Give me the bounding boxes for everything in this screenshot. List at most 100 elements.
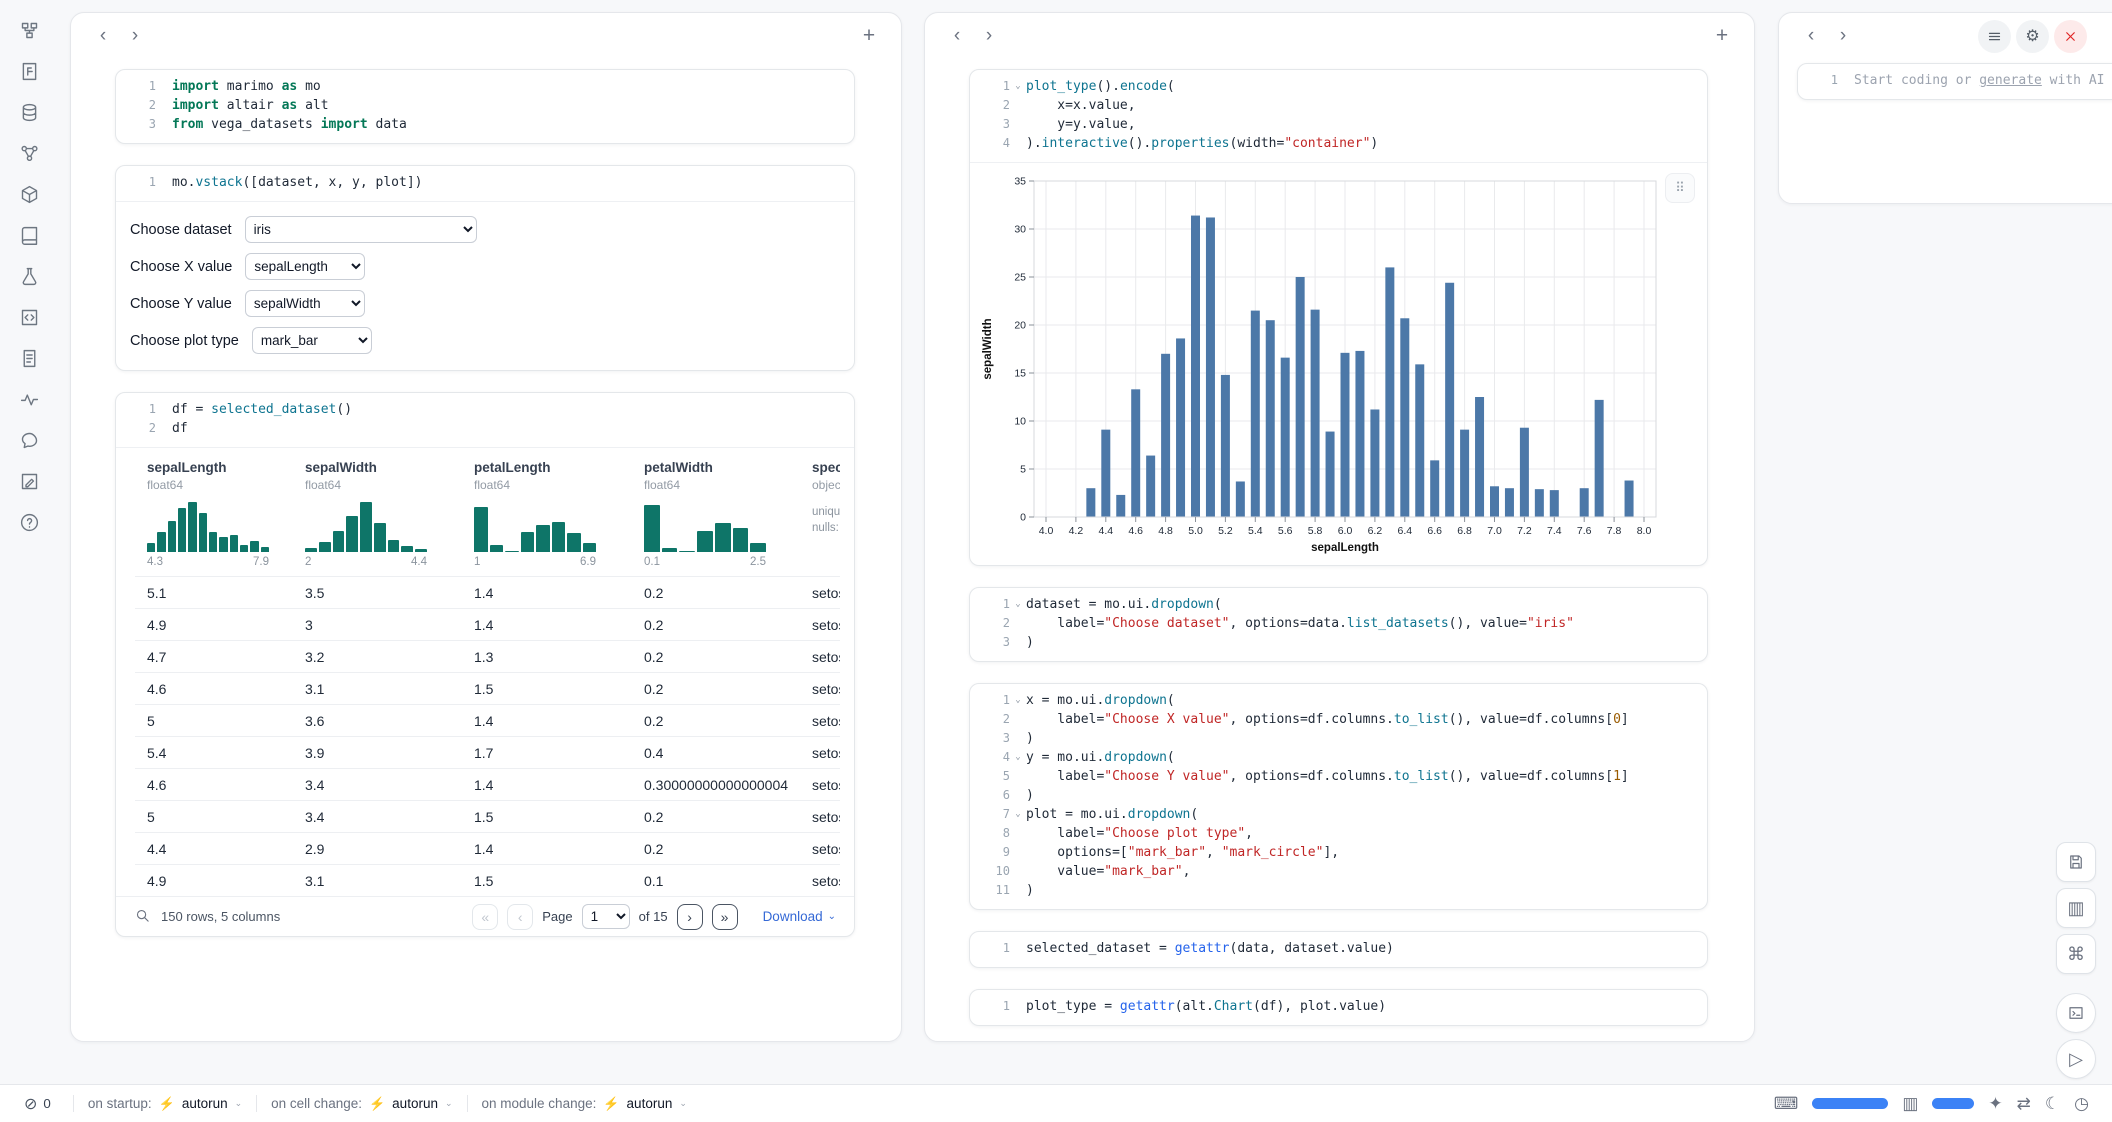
- keyboard-shortcuts-icon[interactable]: ⌨: [1774, 1094, 1799, 1114]
- table-row[interactable]: 4.63.11.50.2setosa: [135, 672, 840, 704]
- table-row[interactable]: 4.63.41.40.30000000000000004setosa: [135, 768, 840, 800]
- chevron-left-icon[interactable]: ‹: [89, 22, 117, 50]
- chat-icon[interactable]: [15, 426, 43, 454]
- table-row[interactable]: 4.93.11.50.1setosa: [135, 864, 840, 896]
- help-icon[interactable]: [15, 508, 43, 536]
- chevron-left-icon[interactable]: ‹: [943, 22, 971, 50]
- fold-chevron-icon[interactable]: ⌄: [1010, 77, 1026, 96]
- column-header-petalLength[interactable]: petalLengthfloat6416.9: [474, 460, 644, 568]
- line-number: 9: [974, 843, 1010, 862]
- swap-icon[interactable]: ⇄: [2017, 1094, 2031, 1114]
- y-value-select[interactable]: sepalWidth: [245, 290, 365, 317]
- dataset-select[interactable]: iris: [245, 216, 477, 243]
- chevron-right-icon[interactable]: ›: [121, 22, 149, 50]
- code-editor[interactable]: 1⌄dataset = mo.ui.dropdown(2 label="Choo…: [970, 588, 1707, 661]
- svg-text:7.6: 7.6: [1577, 525, 1592, 537]
- dependencies-icon[interactable]: [15, 139, 43, 167]
- table-row[interactable]: 53.41.50.2setosa: [135, 800, 840, 832]
- cell-selected-dataset: 1selected_dataset = getattr(data, datase…: [969, 931, 1708, 968]
- add-cell-button[interactable]: +: [855, 22, 883, 50]
- fold-chevron-icon[interactable]: ⌄: [1010, 691, 1026, 710]
- layout-grid-icon[interactable]: ▥: [2056, 888, 2096, 928]
- svg-text:7.4: 7.4: [1547, 525, 1562, 537]
- on-cell-change-setting[interactable]: on cell change: ⚡ autorun ⌄: [271, 1096, 452, 1112]
- prev-page-button[interactable]: ‹: [507, 904, 533, 930]
- page-count: of 15: [639, 909, 668, 924]
- column-header-petalWidth[interactable]: petalWidthfloat640.12.5: [644, 460, 812, 568]
- activity-bar: [0, 0, 58, 1084]
- code-editor[interactable]: 1 Start coding or generate with AI: [1798, 64, 2112, 99]
- packages-icon[interactable]: [15, 180, 43, 208]
- documentation-icon[interactable]: [15, 221, 43, 249]
- table-row[interactable]: 4.42.91.40.2setosa: [135, 832, 840, 864]
- code-editor[interactable]: 1import marimo as mo2import altair as al…: [116, 70, 854, 143]
- code-editor[interactable]: 1⌄plot_type().encode(2 x=x.value,3 y=y.v…: [970, 70, 1707, 162]
- plot-type-select[interactable]: mark_bar: [252, 327, 372, 354]
- table-row[interactable]: 5.43.91.70.4setosa: [135, 736, 840, 768]
- cell-empty-ai[interactable]: 1 Start coding or generate with AI: [1797, 63, 2112, 100]
- snippets-icon[interactable]: [15, 303, 43, 331]
- code-editor[interactable]: 1df = selected_dataset()2df: [116, 393, 854, 447]
- column-histogram: [644, 502, 766, 552]
- dataset-label: Choose dataset: [130, 222, 232, 238]
- code-editor[interactable]: 1plot_type = getattr(alt.Chart(df), plot…: [970, 990, 1707, 1025]
- table-row[interactable]: 5.13.51.40.2setosa: [135, 576, 840, 608]
- svg-text:10: 10: [1014, 416, 1026, 428]
- line-number: 5: [974, 767, 1010, 786]
- fold-chevron-icon: [1010, 134, 1026, 153]
- ai-sparkle-icon[interactable]: ✦: [1988, 1094, 2002, 1114]
- cell-xy-plot-dropdowns: 1⌄x = mo.ui.dropdown(2 label="Choose X v…: [969, 683, 1708, 910]
- experiments-flask-icon[interactable]: [15, 262, 43, 290]
- chevron-right-icon[interactable]: ›: [1829, 22, 1857, 50]
- run-all-icon[interactable]: ▷: [2056, 1039, 2096, 1079]
- tracing-icon[interactable]: [15, 385, 43, 413]
- clock-icon[interactable]: ◷: [2074, 1094, 2089, 1114]
- code-editor[interactable]: 1selected_dataset = getattr(data, datase…: [970, 932, 1707, 967]
- last-page-button[interactable]: »: [712, 904, 738, 930]
- page-select[interactable]: 1: [582, 904, 630, 929]
- on-module-change-setting[interactable]: on module change: ⚡ autorun ⌄: [482, 1096, 687, 1112]
- console-icon[interactable]: [2056, 993, 2096, 1033]
- datasources-icon[interactable]: [15, 98, 43, 126]
- menu-icon[interactable]: [1978, 20, 2011, 53]
- code-editor[interactable]: 1mo.vstack([dataset, x, y, plot]): [116, 166, 854, 201]
- fold-chevron-icon[interactable]: ⌄: [1010, 595, 1026, 614]
- file-explorer-icon[interactable]: [15, 16, 43, 44]
- search-icon[interactable]: [135, 908, 150, 926]
- fold-chevron-icon: [1010, 96, 1026, 115]
- code-editor[interactable]: 1⌄x = mo.ui.dropdown(2 label="Choose X v…: [970, 684, 1707, 909]
- table-row[interactable]: 53.61.40.2setosa: [135, 704, 840, 736]
- chevron-left-icon[interactable]: ‹: [1797, 22, 1825, 50]
- chevron-right-icon[interactable]: ›: [975, 22, 1003, 50]
- download-button[interactable]: Download ⌄: [763, 909, 836, 924]
- first-page-button[interactable]: «: [472, 904, 498, 930]
- column-header-sepalWidth[interactable]: sepalWidthfloat6424.4: [305, 460, 474, 568]
- panel-layout-icon[interactable]: ▥: [1902, 1094, 1918, 1114]
- column-header-sepalLength[interactable]: sepalLengthfloat644.37.9: [147, 460, 305, 568]
- altair-bar-chart[interactable]: 4.04.24.44.64.85.05.25.45.65.86.06.26.46…: [978, 171, 1668, 563]
- notebook-file-icon[interactable]: [15, 57, 43, 85]
- scratchpad-icon[interactable]: [15, 467, 43, 495]
- save-icon[interactable]: [2056, 842, 2096, 882]
- column-header-species[interactable]: speciesobjectunique:nulls:: [812, 460, 840, 568]
- chart-drag-handle-icon[interactable]: ⠿: [1665, 173, 1695, 203]
- x-value-select[interactable]: sepalLength: [245, 253, 365, 280]
- settings-gear-icon[interactable]: ⚙: [2016, 20, 2049, 53]
- close-icon[interactable]: [2054, 20, 2087, 53]
- cell-ui-controls: 1mo.vstack([dataset, x, y, plot]) Choose…: [115, 165, 855, 371]
- svg-text:4.2: 4.2: [1069, 525, 1084, 537]
- table-row[interactable]: 4.931.40.2setosa: [135, 608, 840, 640]
- logs-icon[interactable]: [15, 344, 43, 372]
- theme-moon-icon[interactable]: ☾: [2045, 1094, 2060, 1114]
- fold-chevron-icon[interactable]: ⌄: [1010, 748, 1026, 767]
- plot-type-control: Choose plot type mark_bar: [130, 327, 834, 354]
- command-palette-icon[interactable]: ⌘: [2056, 934, 2096, 974]
- add-cell-button[interactable]: +: [1708, 22, 1736, 50]
- on-startup-setting[interactable]: on startup: ⚡ autorun ⌄: [88, 1096, 242, 1112]
- fold-chevron-icon[interactable]: ⌄: [1010, 805, 1026, 824]
- next-page-button[interactable]: ›: [677, 904, 703, 930]
- table-row[interactable]: 4.73.21.30.2setosa: [135, 640, 840, 672]
- errors-icon: ⊘: [24, 1094, 37, 1114]
- error-count[interactable]: ⊘ 0: [16, 1094, 59, 1114]
- generate-ai-link[interactable]: generate: [1979, 73, 2042, 88]
